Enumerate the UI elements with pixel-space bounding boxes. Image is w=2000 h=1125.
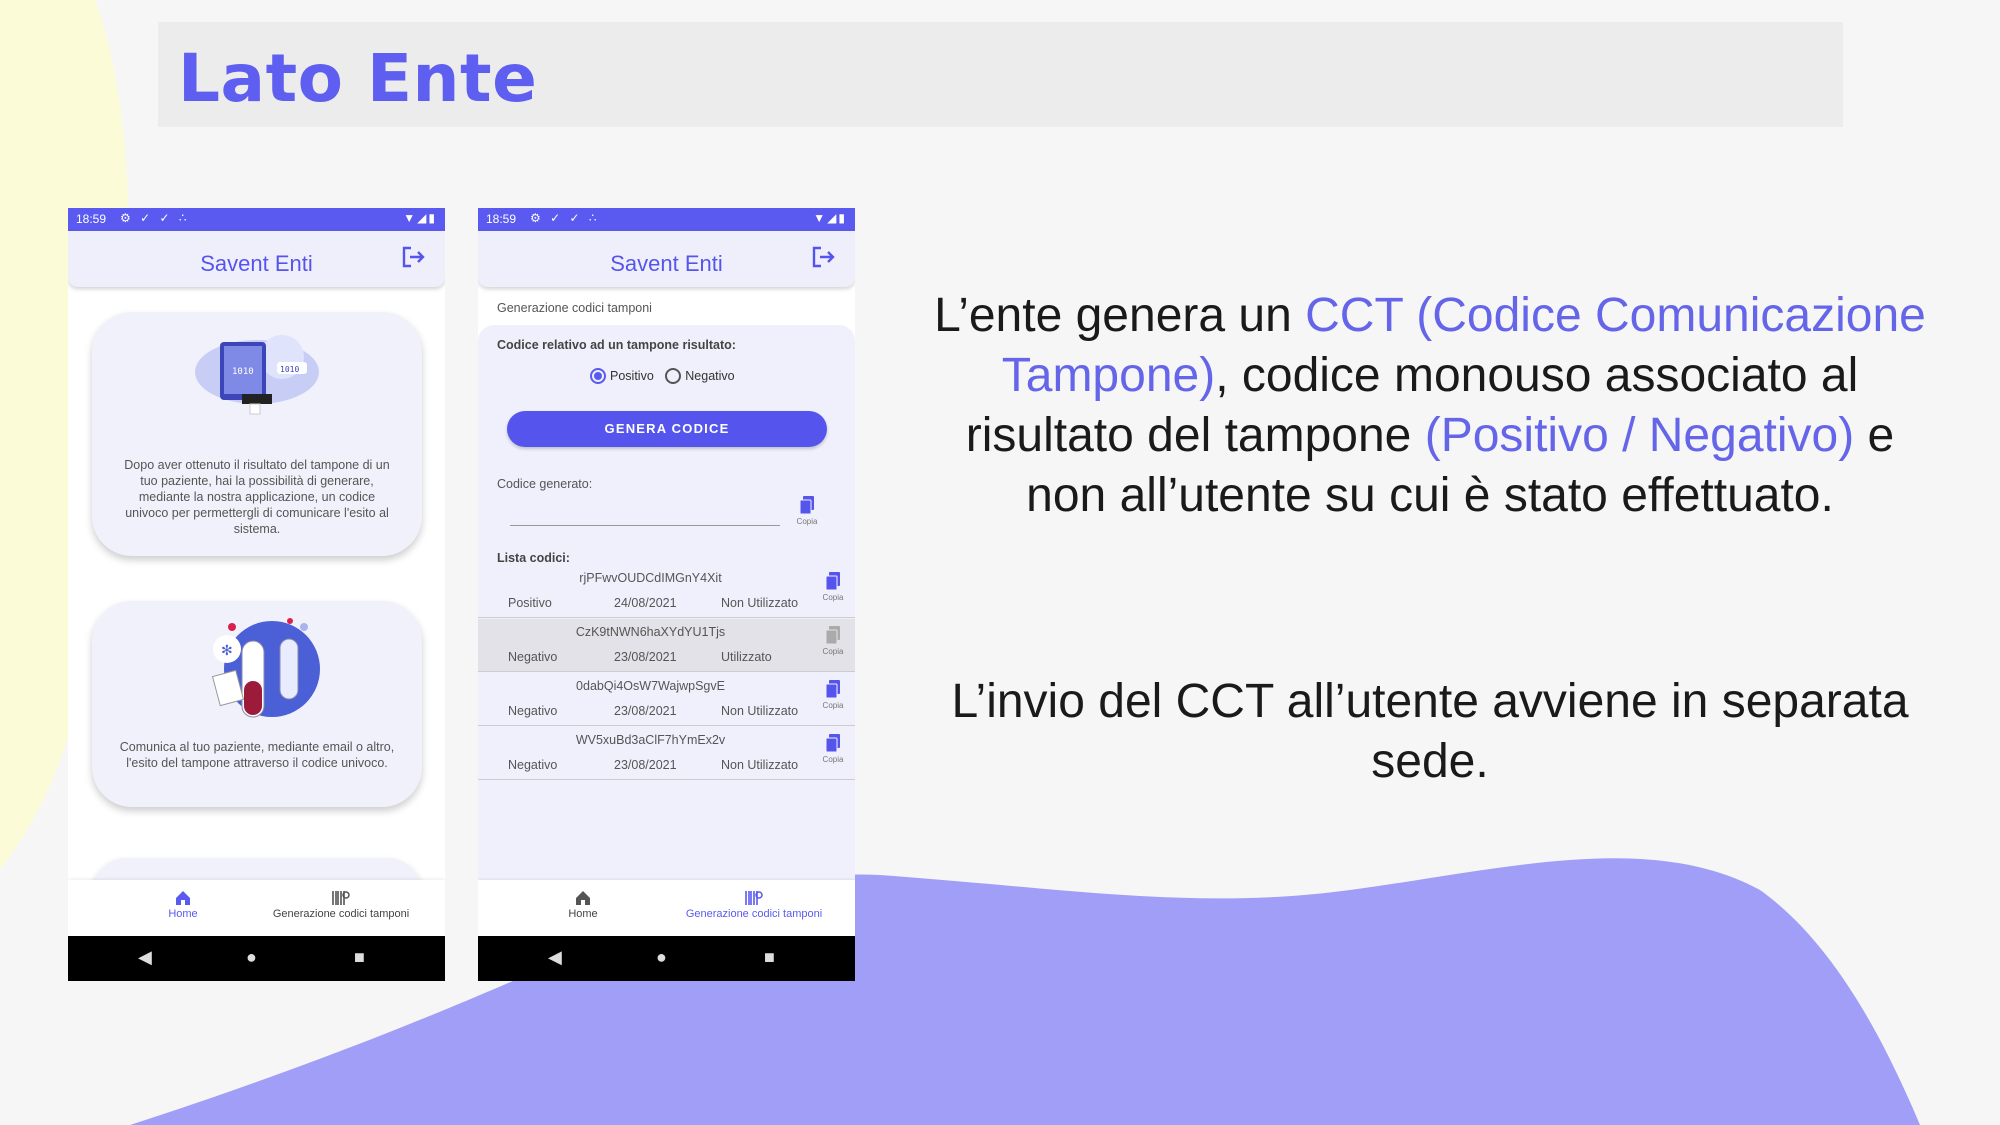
code-type: Negativo — [508, 650, 558, 664]
code-value: rjPFwvOUDCdIMGnY4Xit — [579, 571, 722, 585]
phone-code-illustration: 1010 1010 — [195, 335, 319, 415]
code-date: 23/08/2021 — [614, 704, 677, 718]
code-date: 23/08/2021 — [614, 758, 677, 772]
logout-icon[interactable] — [401, 245, 427, 269]
code-date: 23/08/2021 — [614, 650, 677, 664]
back-icon[interactable]: ◀ — [138, 947, 152, 968]
copy-label: Copia — [796, 517, 818, 526]
nav-generation-label: Generazione codici tamponi — [685, 908, 823, 920]
app-title: Savent Enti — [200, 251, 313, 276]
highlight-result: (Positivo / Negativo) — [1424, 409, 1855, 462]
code-row: WV5xuBd3aClF7hYmEx2v Negativo 23/08/2021… — [478, 727, 855, 780]
code-status: Non Utilizzato — [721, 596, 799, 610]
app-bar: Savent Enti — [478, 231, 855, 287]
nav-home-label: Home — [568, 908, 598, 920]
radio-positive[interactable] — [590, 368, 606, 384]
logout-icon[interactable] — [811, 245, 837, 269]
svg-text:✻: ✻ — [221, 642, 233, 658]
nav-home[interactable]: Home — [148, 888, 218, 920]
description-paragraph: L’ente genera un CCT (Codice Comunicazio… — [930, 286, 1930, 526]
slide-title: Lato Ente — [178, 40, 538, 117]
code-date: 24/08/2021 — [614, 596, 677, 610]
app-bar: Savent Enti — [68, 231, 445, 287]
recents-icon[interactable]: ■ — [764, 947, 775, 968]
copy-row-button[interactable]: Copia — [821, 733, 845, 764]
code-status: Non Utilizzato — [721, 758, 799, 772]
code-value: WV5xuBd3aClF7hYmEx2v — [575, 733, 726, 747]
app-title: Savent Enti — [610, 251, 723, 276]
notification-icons: ⚙ ✓ ✓ ∴ — [120, 211, 190, 225]
code-row: 0dabQi4OsW7WajwpSgvE Negativo 23/08/2021… — [478, 673, 855, 726]
nav-home-label: Home — [168, 908, 198, 920]
copy-icon — [825, 680, 840, 699]
code-status: Non Utilizzato — [721, 704, 799, 718]
section-label: Generazione codici tamponi — [497, 301, 652, 315]
code-value: 0dabQi4OsW7WajwpSgvE — [576, 679, 725, 693]
nav-generation[interactable]: Generazione codici tamponi — [664, 888, 844, 920]
notification-icons: ⚙ ✓ ✓ ∴ — [530, 211, 600, 225]
nav-generation-label: Generazione codici tamponi — [272, 908, 410, 920]
code-status: Utilizzato — [721, 650, 772, 664]
signal-battery-icon: ▼◢▮ — [403, 211, 437, 225]
recents-icon[interactable]: ■ — [354, 947, 365, 968]
generation-form: Codice relativo ad un tampone risultato:… — [478, 325, 855, 880]
copy-row-button[interactable]: Copia — [821, 679, 845, 710]
nav-generation[interactable]: Generazione codici tamponi — [256, 888, 426, 920]
status-time: 18:59 — [486, 212, 517, 226]
result-radio-group: Positivo Negativo — [590, 368, 743, 384]
generated-code-label: Codice generato: — [497, 477, 593, 491]
note-paragraph: L’invio del CCT all’utente avviene in se… — [951, 675, 1909, 788]
bottom-navigation: Home Generazione codici tamponi — [68, 880, 445, 936]
copy-icon — [825, 734, 840, 753]
bottom-navigation: Home Generazione codici tamponi — [478, 880, 855, 936]
copy-label: Copia — [822, 755, 844, 764]
info-card-generate: 1010 1010 Dopo aver ottenuto il risultat… — [92, 312, 422, 556]
copy-icon — [825, 572, 840, 591]
svg-text:1010: 1010 — [280, 365, 299, 374]
text-part: L’ente genera un — [934, 289, 1306, 342]
barcode-icon — [745, 891, 763, 905]
code-row: rjPFwvOUDCdIMGnY4Xit Positivo 24/08/2021… — [478, 565, 855, 618]
status-time: 18:59 — [76, 212, 107, 226]
barcode-icon — [332, 891, 350, 905]
code-type: Negativo — [508, 758, 558, 772]
test-tube-illustration: ✻ — [211, 618, 320, 718]
svg-text:1010: 1010 — [232, 367, 254, 377]
back-icon[interactable]: ◀ — [548, 947, 562, 968]
home-icon — [576, 891, 590, 905]
radio-negative-label: Negativo — [685, 369, 735, 383]
copy-icon — [799, 496, 814, 515]
radio-positive-label: Positivo — [610, 369, 654, 383]
phone-generation-screen: 18:59 ⚙ ✓ ✓ ∴ ▼◢▮ Savent Enti Generazion… — [478, 208, 855, 981]
form-label: Codice relativo ad un tampone risultato: — [497, 338, 736, 352]
phone-home-screen: 18:59 ⚙ ✓ ✓ ∴ ▼◢▮ Savent Enti 1010 1010 … — [68, 208, 445, 981]
radio-negative[interactable] — [665, 368, 682, 384]
code-type: Negativo — [508, 704, 558, 718]
system-navigation-bar: ◀ ● ■ — [68, 936, 445, 981]
signal-battery-icon: ▼◢▮ — [813, 211, 847, 225]
copy-label: Copia — [822, 593, 844, 602]
card-text: Dopo aver ottenuto il risultato del tamp… — [124, 458, 390, 536]
system-navigation-bar: ◀ ● ■ — [478, 936, 855, 981]
home-button-icon[interactable]: ● — [246, 947, 257, 968]
code-type: Positivo — [508, 596, 552, 610]
nav-home[interactable]: Home — [548, 888, 618, 920]
copy-row-button[interactable]: Copia — [821, 571, 845, 602]
generated-code-field[interactable] — [510, 525, 780, 526]
status-bar: 18:59 ⚙ ✓ ✓ ∴ ▼◢▮ — [478, 208, 855, 231]
copy-row-button[interactable]: Copia — [821, 625, 845, 656]
copy-generated-button[interactable]: Copia — [795, 495, 819, 526]
list-label: Lista codici: — [497, 551, 570, 565]
copy-label: Copia — [822, 647, 844, 656]
copy-label: Copia — [822, 701, 844, 710]
code-row: CzK9tNWN6haXYdYU1Tjs Negativo 23/08/2021… — [478, 619, 855, 672]
card-text: Comunica al tuo paziente, mediante email… — [119, 740, 395, 770]
copy-icon — [825, 626, 840, 645]
status-bar: 18:59 ⚙ ✓ ✓ ∴ ▼◢▮ — [68, 208, 445, 231]
home-button-icon[interactable]: ● — [656, 947, 667, 968]
info-card-communicate: ✻ Comunica al tuo paziente, mediante ema… — [92, 601, 422, 807]
code-value: CzK9tNWN6haXYdYU1Tjs — [575, 625, 726, 639]
home-icon — [176, 891, 190, 905]
generate-code-button[interactable]: GENERA CODICE — [507, 411, 827, 447]
